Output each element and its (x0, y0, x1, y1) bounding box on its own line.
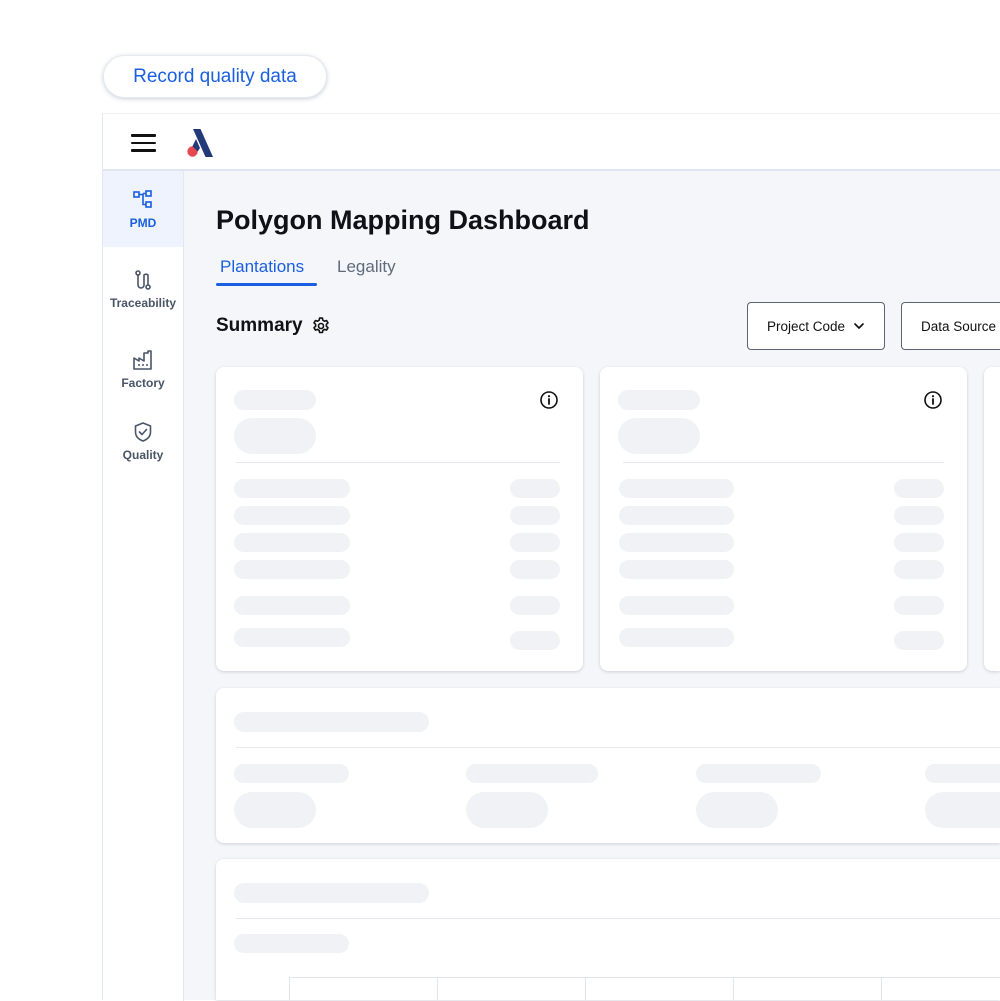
skeleton-placeholder (234, 506, 350, 525)
skeleton-placeholder (510, 631, 560, 650)
skeleton-placeholder (510, 506, 560, 525)
sidebar-item-label: PMD (129, 215, 157, 230)
skeleton-placeholder (234, 596, 350, 615)
filter-label: Data Source (921, 318, 997, 334)
skeleton-placeholder (619, 596, 734, 615)
skeleton-placeholder (510, 479, 560, 498)
skeleton-placeholder (234, 560, 350, 579)
table-border (289, 977, 1000, 978)
summary-heading: Summary (216, 315, 303, 336)
skeleton-placeholder (234, 418, 316, 454)
sidebar-item-label: Traceability (109, 295, 177, 310)
skeleton-placeholder (234, 934, 349, 953)
skeleton-placeholder (619, 479, 734, 498)
skeleton-placeholder (466, 764, 598, 783)
sidebar-item-label: Quality (122, 447, 164, 462)
app-logo (187, 129, 213, 157)
skeleton-placeholder (510, 596, 560, 615)
table-card (216, 859, 1000, 1000)
skeleton-placeholder (234, 883, 429, 903)
divider (236, 462, 560, 463)
skeleton-placeholder (466, 792, 548, 828)
data-source-filter[interactable]: Data Source (901, 302, 1000, 350)
route-icon (135, 269, 151, 290)
summary-card (984, 367, 1000, 671)
skeleton-placeholder (510, 560, 560, 579)
metrics-card (216, 688, 1000, 843)
table-border (881, 977, 882, 1000)
skeleton-placeholder (618, 390, 700, 410)
skeleton-placeholder (894, 631, 944, 650)
hamburger-menu-icon[interactable] (131, 134, 157, 152)
filter-label: Project Code (766, 318, 846, 334)
skeleton-placeholder (894, 479, 944, 498)
hierarchy-icon (133, 189, 152, 208)
skeleton-placeholder (619, 628, 734, 647)
sidebar-item-label: Factory (121, 375, 165, 390)
skeleton-placeholder (234, 390, 316, 410)
top-bar (103, 114, 1000, 171)
record-quality-data-button[interactable]: Record quality data (103, 55, 327, 98)
divider (236, 918, 1000, 919)
skeleton-placeholder (619, 506, 734, 525)
divider (236, 747, 1000, 748)
project-code-filter[interactable]: Project Code (747, 302, 885, 350)
skeleton-placeholder (925, 792, 1000, 828)
table-border (289, 977, 290, 1000)
skeleton-placeholder (925, 764, 1000, 783)
divider (623, 462, 944, 463)
skeleton-placeholder (618, 418, 700, 454)
table-border (437, 977, 438, 1000)
skeleton-placeholder (234, 712, 429, 732)
chevron-down-icon (854, 323, 864, 329)
table-border (733, 977, 734, 1000)
skeleton-placeholder (234, 479, 350, 498)
skeleton-placeholder (894, 560, 944, 579)
summary-card (600, 367, 967, 671)
skeleton-placeholder (696, 764, 821, 783)
tab-legality[interactable]: Legality (337, 257, 396, 277)
tab-plantations[interactable]: Plantations (220, 257, 304, 277)
skeleton-placeholder (234, 628, 350, 647)
factory-icon (133, 349, 152, 370)
sidebar-item-traceability[interactable]: Traceability (103, 251, 183, 327)
skeleton-placeholder (619, 533, 734, 552)
sidebar-item-pmd[interactable]: PMD (103, 171, 183, 247)
skeleton-placeholder (894, 596, 944, 615)
info-icon[interactable] (923, 390, 943, 410)
skeleton-placeholder (510, 533, 560, 552)
table-border (585, 977, 586, 1000)
info-icon[interactable] (539, 390, 559, 410)
shield-check-icon (134, 421, 152, 442)
skeleton-placeholder (234, 764, 349, 783)
skeleton-placeholder (894, 506, 944, 525)
sidebar-nav: PMD Traceability Factory Quality (103, 171, 184, 1001)
active-tab-indicator (216, 283, 317, 286)
summary-card (216, 367, 583, 671)
skeleton-placeholder (234, 792, 316, 828)
sidebar-item-quality[interactable]: Quality (103, 403, 183, 479)
sidebar-item-factory[interactable]: Factory (103, 331, 183, 407)
skeleton-placeholder (619, 560, 734, 579)
page-title: Polygon Mapping Dashboard (216, 205, 590, 235)
gear-icon[interactable] (311, 316, 331, 336)
skeleton-placeholder (894, 533, 944, 552)
skeleton-placeholder (696, 792, 778, 828)
skeleton-placeholder (234, 533, 350, 552)
